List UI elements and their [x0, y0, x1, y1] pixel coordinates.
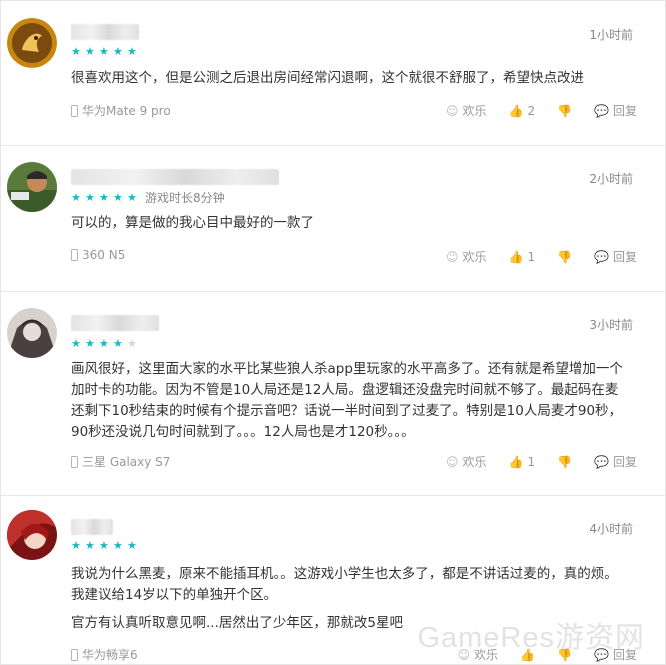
like-button[interactable]: 👍 1: [508, 250, 535, 264]
star-icon: ★: [113, 337, 123, 350]
star-icon: ★: [127, 45, 137, 58]
star-icon: ★: [113, 191, 123, 204]
dislike-button[interactable]: 👎: [557, 105, 572, 117]
reply-button[interactable]: 💬 回复: [594, 453, 637, 470]
star-empty-icon: ★: [127, 337, 137, 350]
review-text: 画风很好，这里面大家的水平比某些狼人杀app里玩家的水平高多了。还有就是希望增加…: [71, 361, 623, 440]
thumbs-down-icon: 👎: [557, 249, 573, 264]
device-info: 360 N5: [71, 248, 125, 262]
review-actions: ☺ 欢乐 👍 2 👎 💬 回复: [424, 102, 637, 119]
divider: [1, 495, 666, 496]
fun-button[interactable]: ☺ 欢乐: [446, 453, 487, 470]
reply-button[interactable]: 💬 回复: [594, 102, 637, 119]
star-icon: ★: [99, 191, 109, 204]
reply-label: 回复: [612, 455, 637, 469]
device-info: 三星 Galaxy S7: [71, 453, 170, 470]
username-blurred: [71, 24, 139, 40]
avatar[interactable]: [7, 18, 57, 68]
review-actions: ☺ 欢乐 👍 1 👎 💬 回复: [424, 248, 637, 265]
reply-button[interactable]: 💬 回复: [594, 248, 637, 265]
thumbs-down-icon: 👎: [557, 454, 573, 469]
star-icon: ★: [85, 191, 95, 204]
play-time: 游戏时长8分钟: [145, 191, 225, 205]
device-name: 华为畅享6: [82, 648, 138, 662]
star-icon: ★: [71, 337, 81, 350]
review-time: 4小时前: [589, 522, 633, 536]
thumbs-up-icon: 👍: [508, 454, 524, 469]
dislike-button[interactable]: 👎: [557, 456, 572, 468]
review-time: 2小时前: [589, 172, 633, 186]
avatar[interactable]: [7, 308, 57, 358]
phone-icon: [71, 648, 78, 661]
review-time: 3小时前: [589, 318, 633, 332]
review-text: 很喜欢用这个，但是公测之后退出房间经常闪退啊，这个就很不舒服了，希望快点改进: [71, 70, 584, 86]
reply-icon: 💬: [594, 454, 609, 469]
review-actions: ☺ 欢乐 👍 1 👎 💬 回复: [424, 453, 637, 470]
thumbs-up-icon: 👍: [508, 249, 524, 264]
star-icon: ★: [85, 45, 95, 58]
rating-stars: ★ ★ ★ ★ ★: [71, 338, 138, 350]
star-icon: ★: [85, 337, 95, 350]
fun-label: 欢乐: [462, 455, 487, 469]
phone-icon: [71, 104, 78, 117]
star-icon: ★: [85, 539, 95, 552]
device-name: 华为Mate 9 pro: [82, 104, 171, 118]
review-list: ★ ★ ★ ★ ★ 1小时前 很喜欢用这个，但是公测之后退出房间经常闪退啊，这个…: [0, 0, 666, 665]
star-icon: ★: [71, 45, 81, 58]
device-info: 华为畅享6: [71, 646, 138, 663]
fun-label: 欢乐: [462, 250, 487, 264]
review-text: 可以的，算是做的我心目中最好的一款了: [71, 215, 314, 231]
fun-button[interactable]: ☺ 欢乐: [446, 248, 487, 265]
avatar[interactable]: [7, 510, 57, 560]
fun-button[interactable]: ☺ 欢乐: [446, 102, 487, 119]
like-count: 1: [527, 454, 536, 469]
star-icon: ★: [113, 539, 123, 552]
thumbs-up-icon: 👍: [508, 103, 524, 118]
username-blurred: [71, 519, 113, 535]
rating-stars: ★ ★ ★ ★ ★: [71, 46, 138, 58]
star-icon: ★: [71, 539, 81, 552]
username-blurred: [71, 169, 279, 185]
watermark: GameRes游资网: [417, 622, 645, 654]
divider: [1, 291, 666, 292]
smile-icon: ☺: [445, 103, 459, 118]
rating-stars: ★ ★ ★ ★ ★: [71, 192, 138, 204]
thumbs-down-icon: 👎: [557, 103, 573, 118]
like-count: 1: [527, 249, 536, 264]
phone-icon: [71, 455, 78, 468]
reply-label: 回复: [612, 104, 637, 118]
review-text: 我说为什么黑麦，原来不能插耳机。。这游戏小学生也太多了，都是不讲话过麦的，真的烦…: [71, 566, 618, 603]
smile-icon: ☺: [445, 454, 459, 469]
fun-label: 欢乐: [462, 104, 487, 118]
dislike-button[interactable]: 👎: [557, 251, 572, 263]
star-icon: ★: [99, 45, 109, 58]
like-button[interactable]: 👍 2: [508, 104, 535, 118]
reply-icon: 💬: [594, 103, 609, 118]
star-icon: ★: [127, 539, 137, 552]
like-button[interactable]: 👍 1: [508, 455, 535, 469]
phone-icon: [71, 249, 78, 261]
username-blurred: [71, 315, 159, 331]
star-icon: ★: [99, 539, 109, 552]
reply-label: 回复: [612, 250, 637, 264]
divider: [1, 145, 666, 146]
device-info: 华为Mate 9 pro: [71, 102, 171, 119]
review-time: 1小时前: [589, 28, 633, 42]
star-icon: ★: [71, 191, 81, 204]
rating-stars: ★ ★ ★ ★ ★: [71, 540, 138, 552]
reply-icon: 💬: [594, 249, 609, 264]
smile-icon: ☺: [445, 249, 459, 264]
device-name: 360 N5: [82, 248, 126, 262]
device-name: 三星 Galaxy S7: [82, 455, 171, 469]
star-icon: ★: [113, 45, 123, 58]
star-icon: ★: [99, 337, 109, 350]
like-count: 2: [527, 103, 536, 118]
star-icon: ★: [127, 191, 137, 204]
avatar[interactable]: [7, 162, 57, 212]
